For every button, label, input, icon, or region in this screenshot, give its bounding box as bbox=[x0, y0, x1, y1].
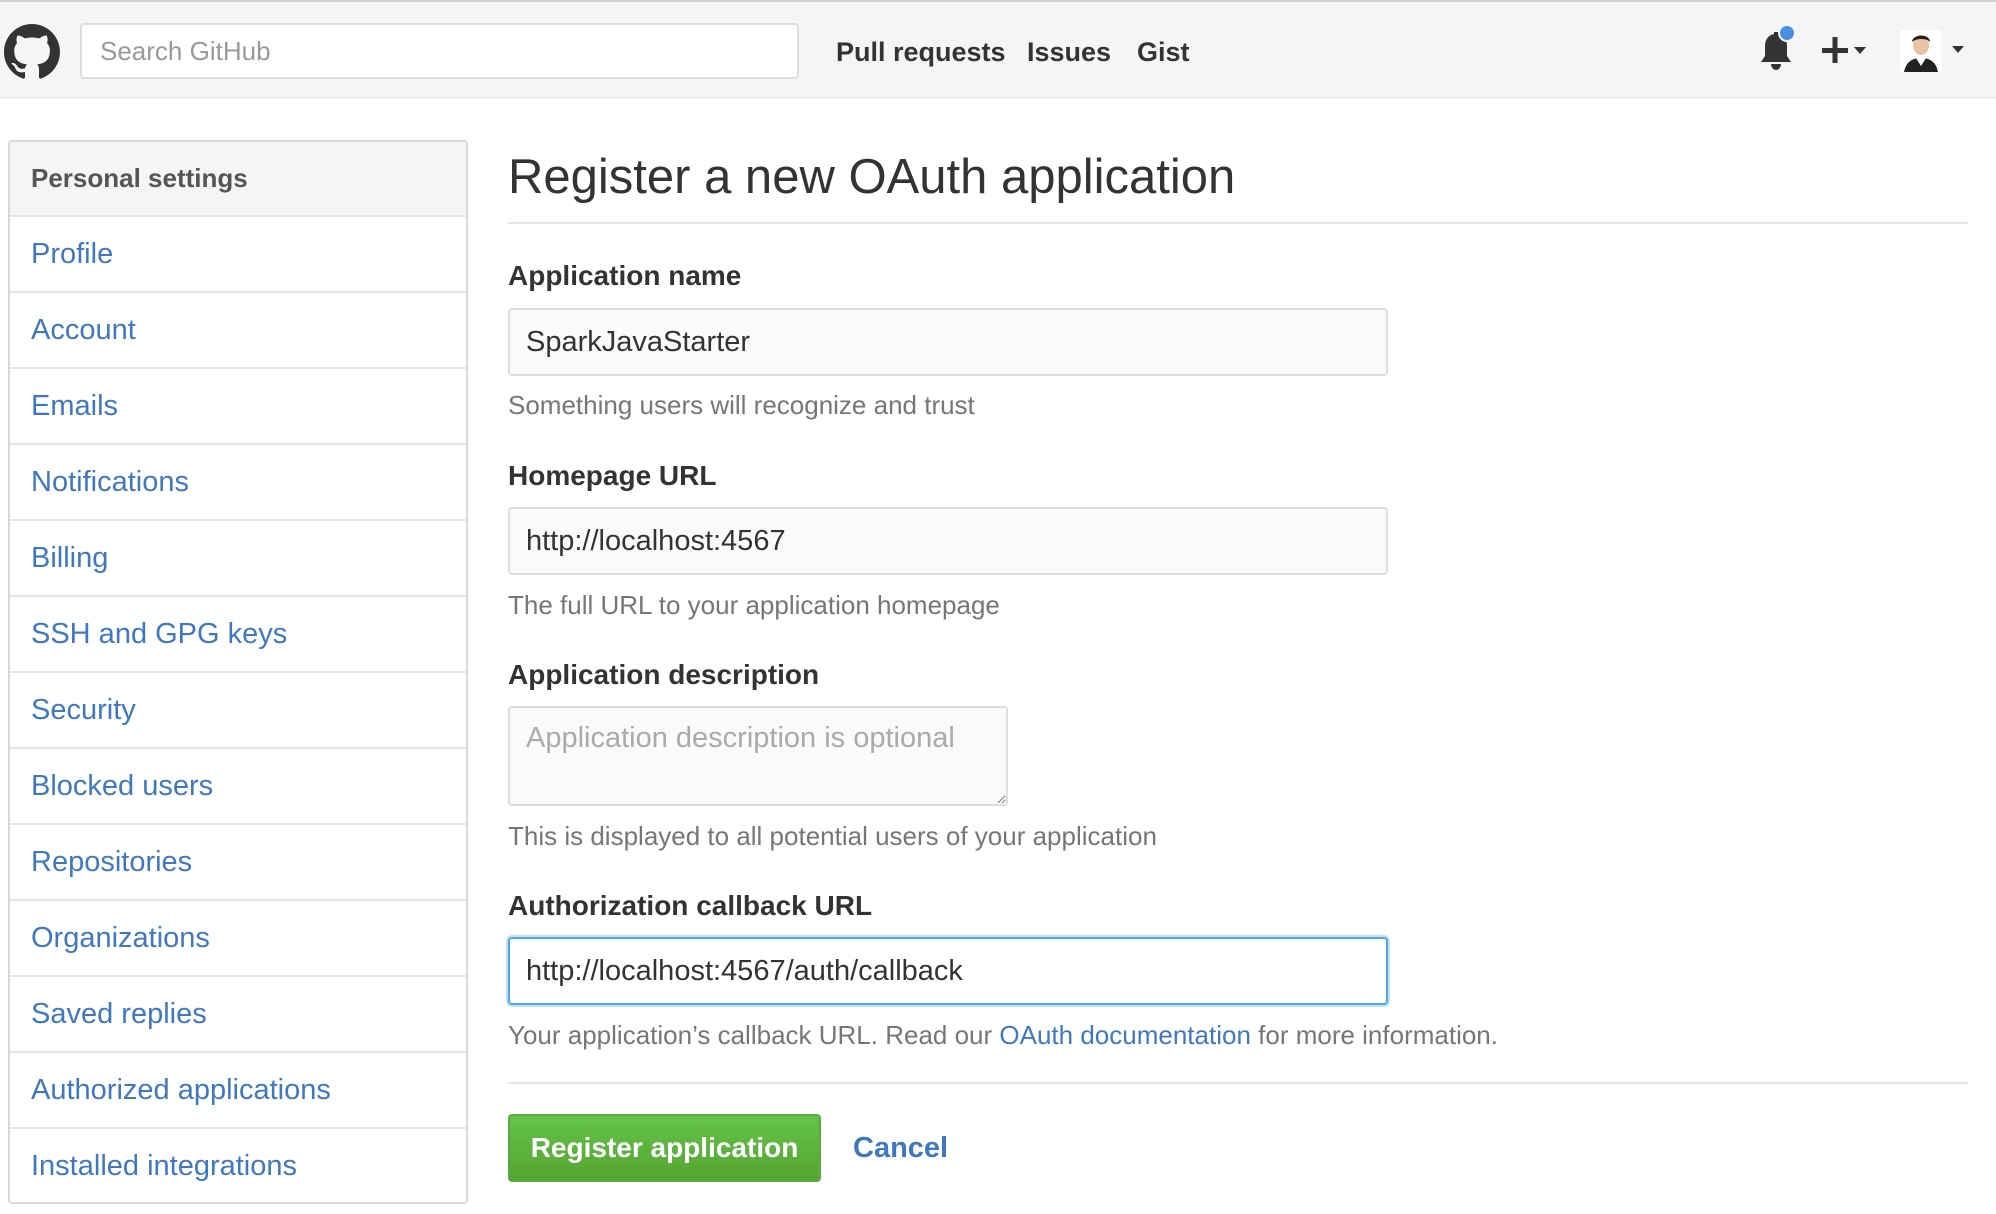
callback-url-label: Authorization callback URL bbox=[508, 890, 873, 921]
callback-note-text: Your application’s callback URL. Read ou… bbox=[508, 1020, 1000, 1050]
app-name-input[interactable] bbox=[508, 308, 1388, 376]
sidebar-item-profile[interactable]: Profile bbox=[10, 217, 466, 293]
sidebar-item-authorized-applications[interactable]: Authorized applications bbox=[10, 1053, 466, 1129]
bell-icon[interactable] bbox=[1753, 24, 1797, 74]
nav-pull-requests[interactable]: Pull requests bbox=[836, 34, 1006, 70]
sidebar-item-billing[interactable]: Billing bbox=[10, 521, 466, 597]
sidebar-item-installed-integrations[interactable]: Installed integrations bbox=[10, 1129, 466, 1205]
caret-down-icon bbox=[1952, 46, 1964, 53]
sidebar-item-emails[interactable]: Emails bbox=[10, 369, 466, 445]
search-input[interactable] bbox=[80, 23, 799, 79]
app-name-note: Something users will recognize and trust bbox=[508, 390, 975, 420]
oauth-documentation-link[interactable]: OAuth documentation bbox=[999, 1020, 1251, 1050]
sidebar-item-account[interactable]: Account bbox=[10, 293, 466, 369]
sidebar-item-repositories[interactable]: Repositories bbox=[10, 825, 466, 901]
avatar-icon bbox=[1900, 30, 1942, 72]
sidebar-item-blocked-users[interactable]: Blocked users bbox=[10, 749, 466, 825]
plus-icon bbox=[1822, 37, 1848, 63]
github-mark-icon[interactable] bbox=[4, 24, 60, 80]
top-header: Pull requests Issues Gist bbox=[0, 0, 1996, 98]
settings-sidebar: Personal settings Profile Account Emails… bbox=[8, 140, 468, 1204]
nav-issues[interactable]: Issues bbox=[1027, 34, 1111, 70]
description-textarea[interactable] bbox=[508, 706, 1008, 806]
homepage-url-input[interactable] bbox=[508, 507, 1388, 575]
title-divider bbox=[508, 222, 1968, 224]
homepage-url-label: Homepage URL bbox=[508, 460, 717, 491]
sidebar-title: Personal settings bbox=[10, 142, 466, 217]
user-menu-button[interactable] bbox=[1900, 28, 1970, 74]
sidebar-item-organizations[interactable]: Organizations bbox=[10, 901, 466, 977]
app-name-label: Application name bbox=[508, 260, 742, 291]
caret-down-icon bbox=[1854, 47, 1866, 54]
sidebar-item-notifications[interactable]: Notifications bbox=[10, 445, 466, 521]
sidebar-item-ssh-gpg-keys[interactable]: SSH and GPG keys bbox=[10, 597, 466, 673]
register-application-button[interactable]: Register application bbox=[508, 1114, 821, 1182]
cancel-link[interactable]: Cancel bbox=[853, 1130, 948, 1166]
new-dropdown-button[interactable] bbox=[1822, 34, 1868, 68]
nav-gist[interactable]: Gist bbox=[1137, 34, 1190, 70]
callback-note-text-end: for more information. bbox=[1250, 1020, 1498, 1050]
sidebar-item-saved-replies[interactable]: Saved replies bbox=[10, 977, 466, 1053]
form-divider bbox=[508, 1082, 1968, 1084]
homepage-url-note: The full URL to your application homepag… bbox=[508, 590, 1000, 620]
notification-dot bbox=[1778, 24, 1796, 42]
callback-url-note: Your application’s callback URL. Read ou… bbox=[508, 1018, 1498, 1052]
page-title: Register a new OAuth application bbox=[508, 150, 1236, 204]
sidebar-item-security[interactable]: Security bbox=[10, 673, 466, 749]
description-label: Application description bbox=[508, 659, 820, 690]
callback-url-input[interactable] bbox=[508, 937, 1388, 1005]
description-note: This is displayed to all potential users… bbox=[508, 821, 1157, 851]
